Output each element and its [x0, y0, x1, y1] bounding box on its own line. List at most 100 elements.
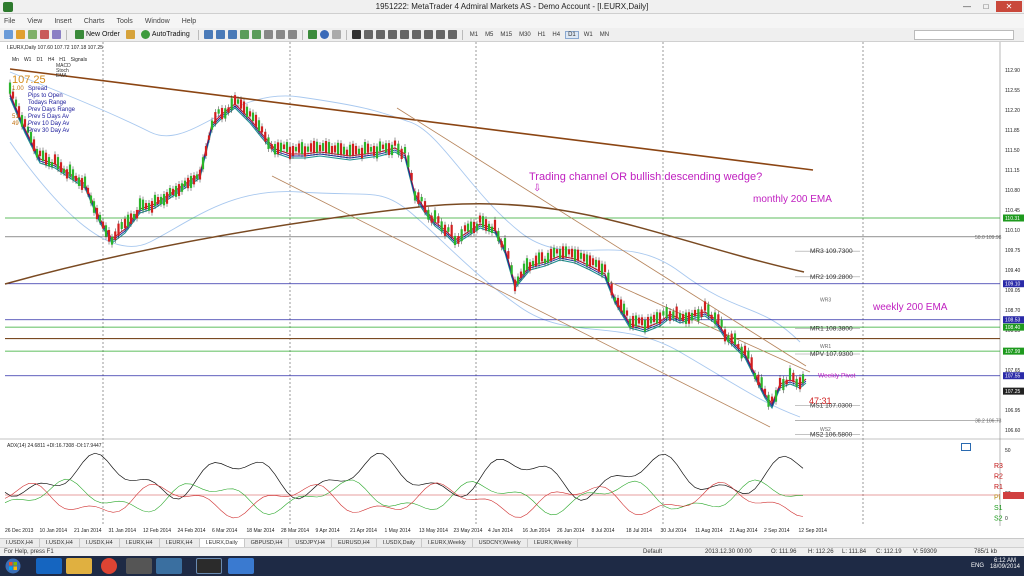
minimize-button[interactable]: —: [958, 1, 976, 12]
metaeditor-icon[interactable]: [125, 30, 135, 39]
candle-body: [767, 394, 770, 407]
maximize-button[interactable]: □: [977, 1, 995, 12]
date-tick-label: 28 Mar 2014: [281, 528, 309, 534]
cursor-icon[interactable]: [351, 30, 361, 39]
app-taskbar-icon[interactable]: [228, 558, 254, 574]
status-profile[interactable]: Default: [643, 549, 662, 555]
candlestick-icon[interactable]: [215, 30, 225, 39]
candle-timer: 47:31: [809, 396, 832, 406]
tf-w1[interactable]: W1: [582, 32, 595, 38]
zoom-out-icon[interactable]: [251, 30, 261, 39]
candle-body: [788, 368, 792, 380]
candle-body: [162, 194, 166, 206]
arrows-icon[interactable]: [447, 30, 457, 39]
tf-mn[interactable]: MN: [598, 32, 611, 38]
candle-body: [613, 297, 617, 302]
chart-window[interactable]: 112.90 112.55 112.20 111.85 111.50 111.15 110.…: [0, 42, 1024, 538]
chart-tab[interactable]: I.EURX,Weekly: [422, 539, 473, 547]
chart-tab[interactable]: I.EURX,Daily: [199, 539, 245, 547]
windows-start-icon[interactable]: [4, 558, 22, 574]
periods-icon[interactable]: [319, 30, 329, 39]
tf-m15[interactable]: M15: [498, 32, 514, 38]
clock[interactable]: 6:12 AM 18/09/2014: [990, 558, 1020, 570]
bar-chart-icon[interactable]: [203, 30, 213, 39]
status-low: L: 111.84: [842, 549, 867, 555]
tf-h1[interactable]: H1: [536, 32, 548, 38]
vertical-line-icon[interactable]: [375, 30, 385, 39]
restore-window-icon[interactable]: [961, 443, 971, 451]
price-chart[interactable]: 112.90 112.55 112.20 111.85 111.50 111.15 110.…: [0, 42, 1024, 538]
signal-h4: H4: [47, 57, 55, 63]
candle-body: [466, 223, 470, 232]
ie-taskbar-icon[interactable]: [36, 558, 62, 574]
autotrading-button[interactable]: AutoTrading: [138, 30, 193, 39]
channel-lower-line[interactable]: [271, 175, 771, 428]
chart-tab[interactable]: I.USDX,H4: [0, 539, 40, 547]
language-indicator[interactable]: ENG: [971, 563, 984, 569]
menu-insert[interactable]: Insert: [54, 18, 72, 25]
new-chart-icon[interactable]: [4, 30, 13, 39]
tile-windows-icon[interactable]: [263, 30, 273, 39]
fibonacci-icon[interactable]: [423, 30, 433, 39]
candle-body: [570, 248, 574, 258]
menu-view[interactable]: View: [27, 18, 42, 25]
trendline-icon[interactable]: [399, 30, 409, 39]
horizontal-line-icon[interactable]: [387, 30, 397, 39]
media-taskbar-icon[interactable]: [126, 558, 152, 574]
chart-tab[interactable]: I.EURX,H4: [120, 539, 160, 547]
tf-m1[interactable]: M1: [468, 32, 480, 38]
chart-tab[interactable]: I.USDX,Daily: [377, 539, 422, 547]
candle-body: [77, 177, 81, 186]
crosshair-icon[interactable]: [363, 30, 373, 39]
upper-resistance-trendline[interactable]: [9, 68, 814, 171]
zoom-in-icon[interactable]: [239, 30, 249, 39]
explorer-taskbar-icon[interactable]: [66, 558, 92, 574]
terminal-icon[interactable]: [52, 30, 61, 39]
menu-help[interactable]: Help: [182, 18, 196, 25]
new-order-icon: [75, 30, 84, 39]
templates-icon[interactable]: [331, 30, 341, 39]
menu-charts[interactable]: Charts: [84, 18, 105, 25]
chart-tab[interactable]: GBPUSD,H4: [245, 539, 290, 547]
chart-tab[interactable]: I.USDX,H4: [40, 539, 80, 547]
menu-window[interactable]: Window: [145, 18, 170, 25]
chrome-taskbar-icon[interactable]: [101, 558, 117, 574]
tf-h4[interactable]: H4: [550, 32, 562, 38]
candle-body: [591, 258, 595, 266]
candle-body: [107, 229, 111, 242]
text-tool-icon[interactable]: [435, 30, 445, 39]
search-input[interactable]: [914, 30, 1014, 40]
chart-tab[interactable]: I.EURX,H4: [160, 539, 200, 547]
chart-tab[interactable]: I.USDX,H4: [80, 539, 120, 547]
chart-tab[interactable]: I.EURX,Weekly: [528, 539, 579, 547]
candle-body: [407, 155, 410, 168]
candle-body: [727, 335, 730, 343]
folder-taskbar-icon[interactable]: [156, 558, 182, 574]
candle-body: [180, 183, 184, 192]
menu-file[interactable]: File: [4, 18, 15, 25]
candle-body: [224, 108, 227, 119]
line-chart-icon[interactable]: [227, 30, 237, 39]
plus-di-line: [4, 478, 804, 516]
tf-d1[interactable]: D1: [565, 30, 579, 39]
equidistant-channel-icon[interactable]: [411, 30, 421, 39]
menu-tools[interactable]: Tools: [116, 18, 132, 25]
indicators-icon[interactable]: [307, 30, 317, 39]
navigator-icon[interactable]: [40, 30, 49, 39]
candle-body: [230, 98, 233, 110]
tf-m5[interactable]: M5: [483, 32, 495, 38]
chart-tab[interactable]: EURUSD,H4: [332, 539, 377, 547]
autoscroll-icon[interactable]: [275, 30, 285, 39]
chart-tab[interactable]: USDJPY,H4: [289, 539, 332, 547]
candle-body: [774, 390, 778, 402]
chart-tab[interactable]: USDCNY,Weekly: [473, 539, 528, 547]
market-watch-icon[interactable]: [28, 30, 37, 39]
chart-shift-icon[interactable]: [287, 30, 297, 39]
info-label: Prev 30 Day Av: [28, 128, 70, 134]
tf-m30[interactable]: M30: [517, 32, 533, 38]
metatrader-taskbar-icon[interactable]: [196, 558, 222, 574]
candle-body: [400, 148, 403, 160]
close-button[interactable]: ✕: [996, 1, 1022, 12]
profiles-icon[interactable]: [16, 30, 25, 39]
new-order-button[interactable]: New Order: [72, 30, 123, 39]
